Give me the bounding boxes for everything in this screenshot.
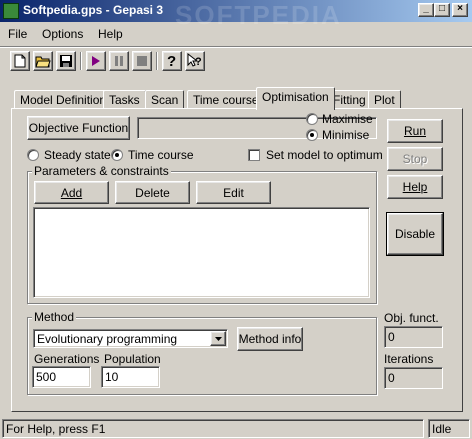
generations-label: Generations [34, 352, 100, 366]
disable-button[interactable]: Disable [386, 212, 444, 256]
method-select[interactable]: Evolutionary programming [33, 329, 228, 348]
window-title: Softpedia.gps - Gepasi 3 [23, 3, 164, 17]
open-folder-icon[interactable] [33, 51, 53, 71]
run-button[interactable]: Run [387, 119, 443, 143]
minimise-label: Minimise [322, 128, 370, 142]
obj-funct-value: 0 [384, 326, 443, 348]
toolbar: ? ? [0, 46, 472, 74]
objective-function-button[interactable]: Objective Function [27, 116, 130, 140]
pause-icon[interactable] [109, 51, 129, 71]
chevron-down-icon[interactable] [210, 331, 226, 346]
population-label: Population [104, 352, 161, 366]
iterations-label: Iterations [384, 352, 434, 366]
iterations-value: 0 [384, 367, 443, 389]
tab-plot[interactable]: Plot [368, 90, 401, 109]
method-group-title: Method [32, 310, 77, 324]
status-bar: For Help, press F1 Idle [0, 418, 472, 439]
help-button[interactable]: Help [387, 175, 443, 199]
generations-input[interactable]: 500 [32, 366, 91, 388]
new-file-icon[interactable] [10, 51, 30, 71]
tab-model-definition[interactable]: Model Definition [14, 90, 113, 109]
menu-file[interactable]: File [8, 27, 27, 41]
maximise-radio[interactable] [306, 113, 318, 125]
maximise-label: Maximise [322, 112, 373, 126]
help-icon[interactable]: ? [162, 51, 182, 71]
set-model-checkbox[interactable] [248, 149, 260, 161]
status-help-text: For Help, press F1 [2, 419, 424, 438]
play-icon[interactable] [86, 51, 106, 71]
minimize-button[interactable]: _ [418, 3, 434, 17]
time-course-label: Time course [128, 148, 194, 162]
close-button[interactable]: × [452, 3, 468, 17]
steady-state-radio[interactable] [27, 149, 39, 161]
parameters-group-title: Parameters & constraints [32, 164, 171, 178]
minimise-radio[interactable] [306, 129, 318, 141]
watermark: SOFTPEDIA [175, 0, 342, 30]
time-course-radio[interactable] [111, 149, 123, 161]
status-state: Idle [428, 419, 470, 438]
svg-text:?: ? [195, 56, 202, 68]
delete-button[interactable]: Delete [115, 181, 190, 204]
maximize-button[interactable]: □ [434, 3, 450, 17]
save-icon[interactable] [56, 51, 76, 71]
set-model-label: Set model to optimum [266, 148, 383, 162]
obj-funct-label: Obj. funct. [384, 311, 439, 325]
population-input[interactable]: 10 [101, 366, 160, 388]
svg-text:?: ? [167, 53, 176, 69]
menu-options[interactable]: Options [42, 27, 83, 41]
tab-time-course[interactable]: Time course [187, 90, 265, 109]
menu-help[interactable]: Help [98, 27, 123, 41]
steady-state-label: Steady state [44, 148, 111, 162]
app-icon [3, 3, 19, 19]
stop-button[interactable]: Stop [387, 147, 443, 171]
tab-optimisation[interactable]: Optimisation [256, 87, 335, 110]
tab-scan[interactable]: Scan [145, 90, 185, 109]
context-help-icon[interactable]: ? [185, 51, 205, 71]
tab-tasks[interactable]: Tasks [103, 90, 146, 109]
parameters-list[interactable] [33, 207, 370, 298]
stop-icon[interactable] [132, 51, 152, 71]
add-button[interactable]: Add [34, 181, 109, 204]
method-info-button[interactable]: Method info [237, 327, 303, 351]
edit-button[interactable]: Edit [196, 181, 271, 204]
